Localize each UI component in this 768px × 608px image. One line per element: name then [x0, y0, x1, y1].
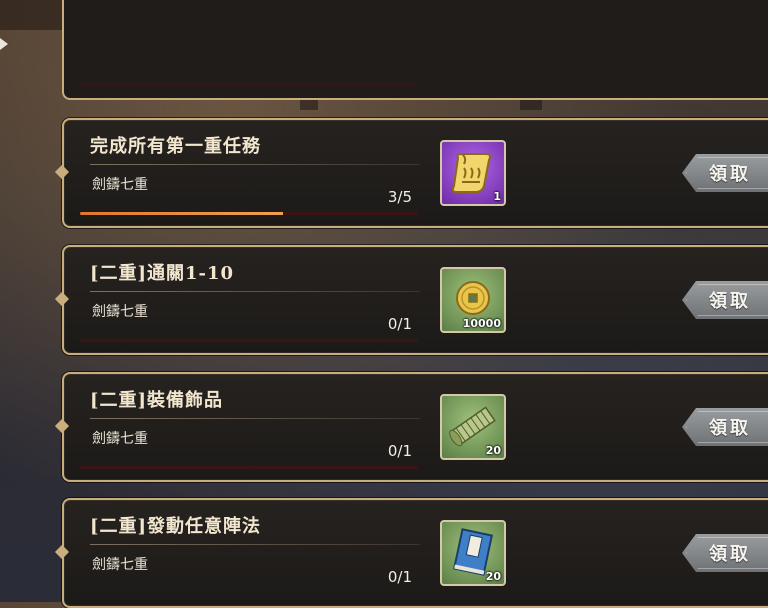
claim-button-border [686, 411, 768, 443]
task-title: [二重]裝備飾品 [90, 390, 224, 411]
task-card-partial [62, 0, 768, 100]
divider [90, 418, 420, 419]
reward-count: 20 [485, 570, 501, 583]
progress-bar [80, 212, 418, 215]
task-category: 劍鑄七重 [92, 557, 148, 573]
task-category: 劍鑄七重 [92, 304, 148, 320]
task-progress: 3/5 [387, 188, 412, 206]
claim-button[interactable]: 領取 [682, 154, 768, 192]
claim-button[interactable]: 領取 [682, 281, 768, 319]
divider [90, 164, 420, 165]
task-title: [二重]發動任意陣法 [90, 516, 262, 537]
reward-item[interactable]: 10000 [440, 267, 506, 333]
reward-item[interactable]: 20 [440, 520, 506, 586]
reward-item[interactable]: 20 [440, 394, 506, 460]
task-card: [二重]裝備飾品 劍鑄七重 0/1 20 領取 [62, 372, 768, 482]
divider [90, 291, 420, 292]
task-progress: 0/1 [387, 315, 412, 333]
back-arrow-icon[interactable] [0, 38, 8, 50]
task-card: [二重]通關1-10 劍鑄七重 0/1 10000 領取 [62, 245, 768, 355]
reward-count: 20 [485, 444, 501, 457]
claim-button[interactable]: 領取 [682, 408, 768, 446]
reward-count: 1 [493, 190, 501, 203]
task-category: 劍鑄七重 [92, 177, 148, 193]
task-card: [二重]發動任意陣法 劍鑄七重 0/1 20 領取 [62, 498, 768, 608]
claim-button-border [686, 537, 768, 569]
task-title: 完成所有第一重任務 [90, 136, 261, 157]
progress-bar [80, 466, 418, 469]
task-progress: 0/1 [387, 568, 412, 586]
progress-bar [80, 339, 418, 342]
reward-count: 10000 [462, 317, 501, 330]
task-category: 劍鑄七重 [92, 431, 148, 447]
task-card: 完成所有第一重任務 劍鑄七重 3/5 1 領取 [62, 118, 768, 228]
task-title: [二重]通關1-10 [90, 263, 235, 284]
reward-item[interactable]: 1 [440, 140, 506, 206]
claim-button-border [686, 284, 768, 316]
divider [90, 544, 420, 545]
progress-bar [80, 83, 418, 86]
progress-bar-fill [80, 212, 283, 215]
claim-button[interactable]: 領取 [682, 534, 768, 572]
claim-button-border [686, 157, 768, 189]
task-progress: 0/1 [387, 442, 412, 460]
